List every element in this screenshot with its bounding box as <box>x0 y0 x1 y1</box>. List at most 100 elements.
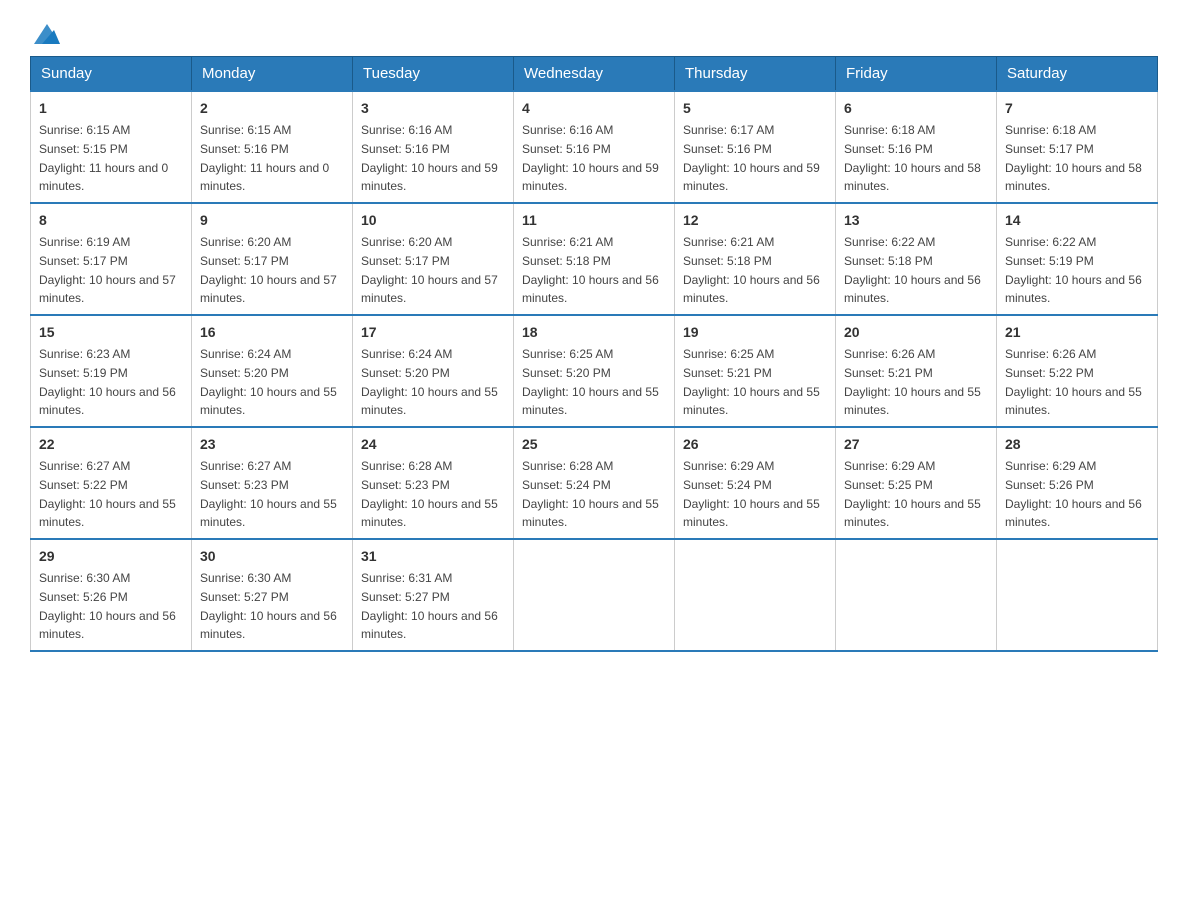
day-info: Sunrise: 6:25 AMSunset: 5:21 PMDaylight:… <box>683 347 820 417</box>
day-info: Sunrise: 6:30 AMSunset: 5:27 PMDaylight:… <box>200 571 337 641</box>
calendar-cell <box>675 539 836 651</box>
day-info: Sunrise: 6:29 AMSunset: 5:25 PMDaylight:… <box>844 459 981 529</box>
day-info: Sunrise: 6:30 AMSunset: 5:26 PMDaylight:… <box>39 571 176 641</box>
day-number: 29 <box>39 546 183 567</box>
day-number: 31 <box>361 546 505 567</box>
day-info: Sunrise: 6:16 AMSunset: 5:16 PMDaylight:… <box>522 123 659 193</box>
calendar-cell <box>514 539 675 651</box>
calendar-cell: 14 Sunrise: 6:22 AMSunset: 5:19 PMDaylig… <box>997 203 1158 315</box>
day-number: 21 <box>1005 322 1149 343</box>
day-info: Sunrise: 6:26 AMSunset: 5:21 PMDaylight:… <box>844 347 981 417</box>
day-number: 11 <box>522 210 666 231</box>
weekday-header-tuesday: Tuesday <box>353 57 514 92</box>
calendar-week-row: 8 Sunrise: 6:19 AMSunset: 5:17 PMDayligh… <box>31 203 1158 315</box>
day-info: Sunrise: 6:25 AMSunset: 5:20 PMDaylight:… <box>522 347 659 417</box>
day-number: 1 <box>39 98 183 119</box>
day-number: 8 <box>39 210 183 231</box>
day-number: 27 <box>844 434 988 455</box>
calendar-cell: 10 Sunrise: 6:20 AMSunset: 5:17 PMDaylig… <box>353 203 514 315</box>
calendar-cell: 30 Sunrise: 6:30 AMSunset: 5:27 PMDaylig… <box>192 539 353 651</box>
weekday-header-sunday: Sunday <box>31 57 192 92</box>
weekday-header-wednesday: Wednesday <box>514 57 675 92</box>
day-number: 7 <box>1005 98 1149 119</box>
weekday-header-thursday: Thursday <box>675 57 836 92</box>
calendar-cell: 17 Sunrise: 6:24 AMSunset: 5:20 PMDaylig… <box>353 315 514 427</box>
calendar-cell: 25 Sunrise: 6:28 AMSunset: 5:24 PMDaylig… <box>514 427 675 539</box>
calendar-cell: 13 Sunrise: 6:22 AMSunset: 5:18 PMDaylig… <box>836 203 997 315</box>
calendar-cell: 5 Sunrise: 6:17 AMSunset: 5:16 PMDayligh… <box>675 91 836 203</box>
calendar-week-row: 1 Sunrise: 6:15 AMSunset: 5:15 PMDayligh… <box>31 91 1158 203</box>
calendar-cell: 24 Sunrise: 6:28 AMSunset: 5:23 PMDaylig… <box>353 427 514 539</box>
calendar-cell: 8 Sunrise: 6:19 AMSunset: 5:17 PMDayligh… <box>31 203 192 315</box>
calendar-cell: 19 Sunrise: 6:25 AMSunset: 5:21 PMDaylig… <box>675 315 836 427</box>
weekday-header-friday: Friday <box>836 57 997 92</box>
calendar-week-row: 22 Sunrise: 6:27 AMSunset: 5:22 PMDaylig… <box>31 427 1158 539</box>
day-info: Sunrise: 6:15 AMSunset: 5:16 PMDaylight:… <box>200 123 329 193</box>
calendar-cell: 12 Sunrise: 6:21 AMSunset: 5:18 PMDaylig… <box>675 203 836 315</box>
calendar-cell: 22 Sunrise: 6:27 AMSunset: 5:22 PMDaylig… <box>31 427 192 539</box>
day-number: 6 <box>844 98 988 119</box>
weekday-header-monday: Monday <box>192 57 353 92</box>
day-info: Sunrise: 6:22 AMSunset: 5:19 PMDaylight:… <box>1005 235 1142 305</box>
day-info: Sunrise: 6:28 AMSunset: 5:23 PMDaylight:… <box>361 459 498 529</box>
calendar-cell: 23 Sunrise: 6:27 AMSunset: 5:23 PMDaylig… <box>192 427 353 539</box>
day-number: 20 <box>844 322 988 343</box>
day-info: Sunrise: 6:21 AMSunset: 5:18 PMDaylight:… <box>522 235 659 305</box>
calendar-cell: 16 Sunrise: 6:24 AMSunset: 5:20 PMDaylig… <box>192 315 353 427</box>
day-info: Sunrise: 6:17 AMSunset: 5:16 PMDaylight:… <box>683 123 820 193</box>
logo <box>30 20 62 46</box>
calendar-cell: 20 Sunrise: 6:26 AMSunset: 5:21 PMDaylig… <box>836 315 997 427</box>
calendar-cell <box>997 539 1158 651</box>
day-info: Sunrise: 6:20 AMSunset: 5:17 PMDaylight:… <box>361 235 498 305</box>
day-number: 19 <box>683 322 827 343</box>
calendar-week-row: 15 Sunrise: 6:23 AMSunset: 5:19 PMDaylig… <box>31 315 1158 427</box>
day-info: Sunrise: 6:21 AMSunset: 5:18 PMDaylight:… <box>683 235 820 305</box>
day-number: 25 <box>522 434 666 455</box>
day-info: Sunrise: 6:31 AMSunset: 5:27 PMDaylight:… <box>361 571 498 641</box>
day-number: 15 <box>39 322 183 343</box>
day-info: Sunrise: 6:28 AMSunset: 5:24 PMDaylight:… <box>522 459 659 529</box>
calendar-cell: 28 Sunrise: 6:29 AMSunset: 5:26 PMDaylig… <box>997 427 1158 539</box>
day-number: 30 <box>200 546 344 567</box>
logo-icon <box>32 20 62 50</box>
calendar-cell: 21 Sunrise: 6:26 AMSunset: 5:22 PMDaylig… <box>997 315 1158 427</box>
calendar-cell <box>836 539 997 651</box>
day-info: Sunrise: 6:20 AMSunset: 5:17 PMDaylight:… <box>200 235 337 305</box>
calendar-cell: 11 Sunrise: 6:21 AMSunset: 5:18 PMDaylig… <box>514 203 675 315</box>
day-number: 16 <box>200 322 344 343</box>
calendar-cell: 9 Sunrise: 6:20 AMSunset: 5:17 PMDayligh… <box>192 203 353 315</box>
calendar-week-row: 29 Sunrise: 6:30 AMSunset: 5:26 PMDaylig… <box>31 539 1158 651</box>
day-info: Sunrise: 6:15 AMSunset: 5:15 PMDaylight:… <box>39 123 168 193</box>
calendar-cell: 18 Sunrise: 6:25 AMSunset: 5:20 PMDaylig… <box>514 315 675 427</box>
day-number: 18 <box>522 322 666 343</box>
day-info: Sunrise: 6:27 AMSunset: 5:22 PMDaylight:… <box>39 459 176 529</box>
day-number: 5 <box>683 98 827 119</box>
day-number: 24 <box>361 434 505 455</box>
day-info: Sunrise: 6:18 AMSunset: 5:17 PMDaylight:… <box>1005 123 1142 193</box>
day-number: 28 <box>1005 434 1149 455</box>
day-number: 2 <box>200 98 344 119</box>
day-info: Sunrise: 6:23 AMSunset: 5:19 PMDaylight:… <box>39 347 176 417</box>
calendar-cell: 26 Sunrise: 6:29 AMSunset: 5:24 PMDaylig… <box>675 427 836 539</box>
day-info: Sunrise: 6:16 AMSunset: 5:16 PMDaylight:… <box>361 123 498 193</box>
calendar-cell: 4 Sunrise: 6:16 AMSunset: 5:16 PMDayligh… <box>514 91 675 203</box>
day-info: Sunrise: 6:26 AMSunset: 5:22 PMDaylight:… <box>1005 347 1142 417</box>
day-info: Sunrise: 6:19 AMSunset: 5:17 PMDaylight:… <box>39 235 176 305</box>
day-number: 23 <box>200 434 344 455</box>
day-info: Sunrise: 6:24 AMSunset: 5:20 PMDaylight:… <box>200 347 337 417</box>
calendar-cell: 31 Sunrise: 6:31 AMSunset: 5:27 PMDaylig… <box>353 539 514 651</box>
calendar-cell: 1 Sunrise: 6:15 AMSunset: 5:15 PMDayligh… <box>31 91 192 203</box>
day-info: Sunrise: 6:18 AMSunset: 5:16 PMDaylight:… <box>844 123 981 193</box>
weekday-header-saturday: Saturday <box>997 57 1158 92</box>
calendar-cell: 15 Sunrise: 6:23 AMSunset: 5:19 PMDaylig… <box>31 315 192 427</box>
calendar-cell: 6 Sunrise: 6:18 AMSunset: 5:16 PMDayligh… <box>836 91 997 203</box>
page-header <box>30 20 1158 46</box>
day-number: 3 <box>361 98 505 119</box>
day-number: 17 <box>361 322 505 343</box>
day-info: Sunrise: 6:27 AMSunset: 5:23 PMDaylight:… <box>200 459 337 529</box>
calendar-header-row: SundayMondayTuesdayWednesdayThursdayFrid… <box>31 57 1158 92</box>
day-info: Sunrise: 6:22 AMSunset: 5:18 PMDaylight:… <box>844 235 981 305</box>
calendar-cell: 29 Sunrise: 6:30 AMSunset: 5:26 PMDaylig… <box>31 539 192 651</box>
day-info: Sunrise: 6:29 AMSunset: 5:26 PMDaylight:… <box>1005 459 1142 529</box>
calendar-cell: 3 Sunrise: 6:16 AMSunset: 5:16 PMDayligh… <box>353 91 514 203</box>
